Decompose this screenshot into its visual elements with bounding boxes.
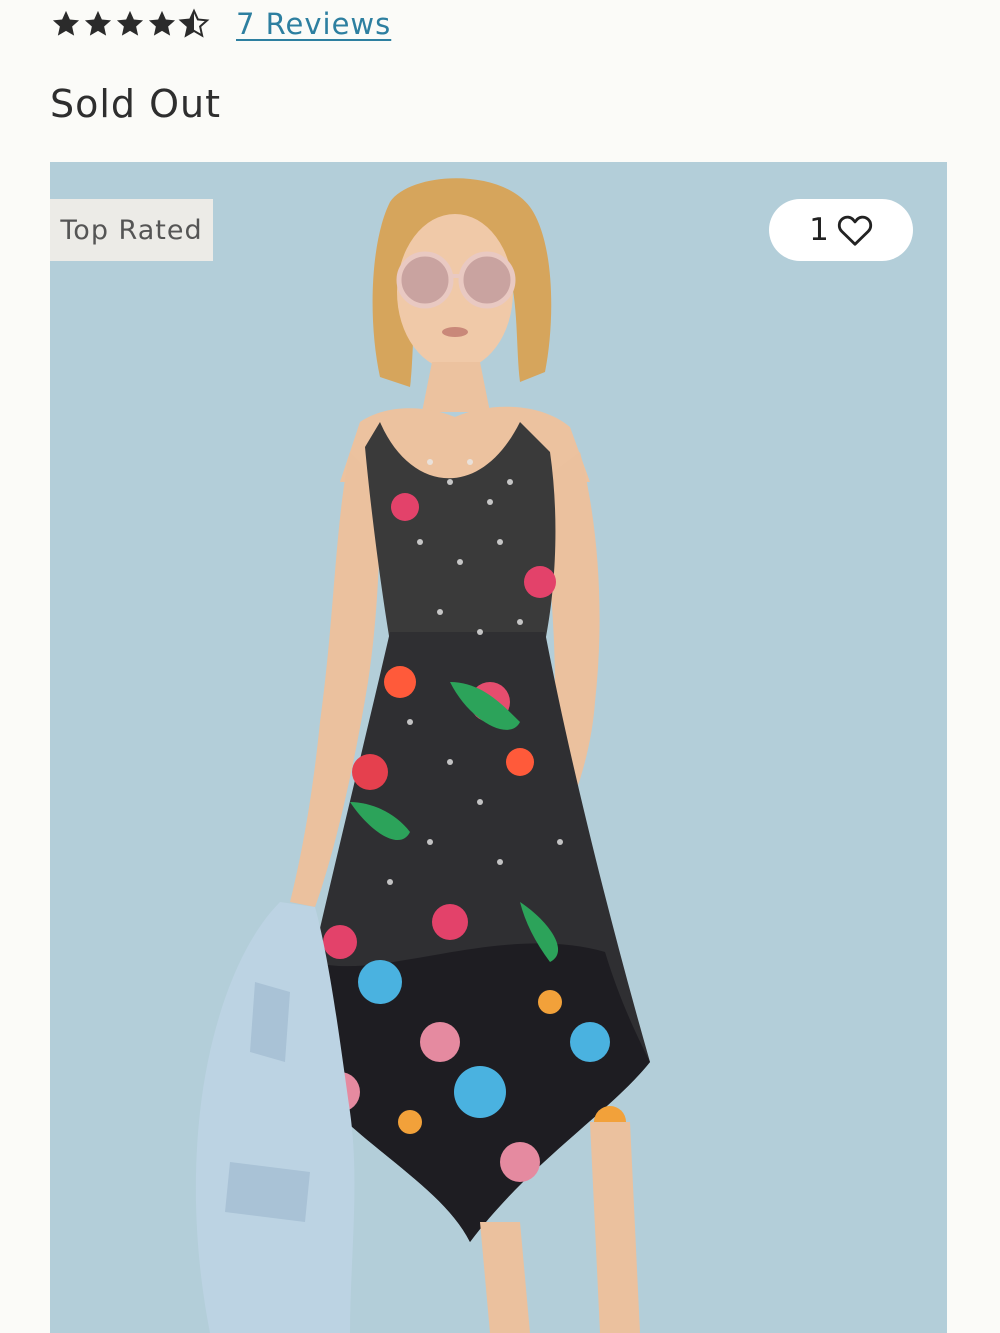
model-illustration (50, 162, 947, 1333)
star-icon (116, 10, 144, 36)
product-photo[interactable]: Top Rated 1 (50, 162, 947, 1333)
reviews-link[interactable]: 7 Reviews (236, 7, 391, 41)
top-rated-badge: Top Rated (50, 199, 213, 261)
favorite-button[interactable]: 1 (769, 199, 913, 261)
star-half-icon (178, 8, 210, 38)
stock-status: Sold Out (50, 82, 222, 126)
star-icon (52, 10, 80, 36)
star-icon (148, 10, 176, 36)
star-icon (84, 10, 112, 36)
heart-outline-icon (837, 215, 872, 246)
rating-row: 7 Reviews (50, 4, 391, 44)
favorites-count: 1 (809, 212, 829, 248)
product-page: 7 Reviews Sold Out Top Rated 1 (0, 0, 1000, 1333)
star-rating[interactable] (50, 8, 210, 40)
